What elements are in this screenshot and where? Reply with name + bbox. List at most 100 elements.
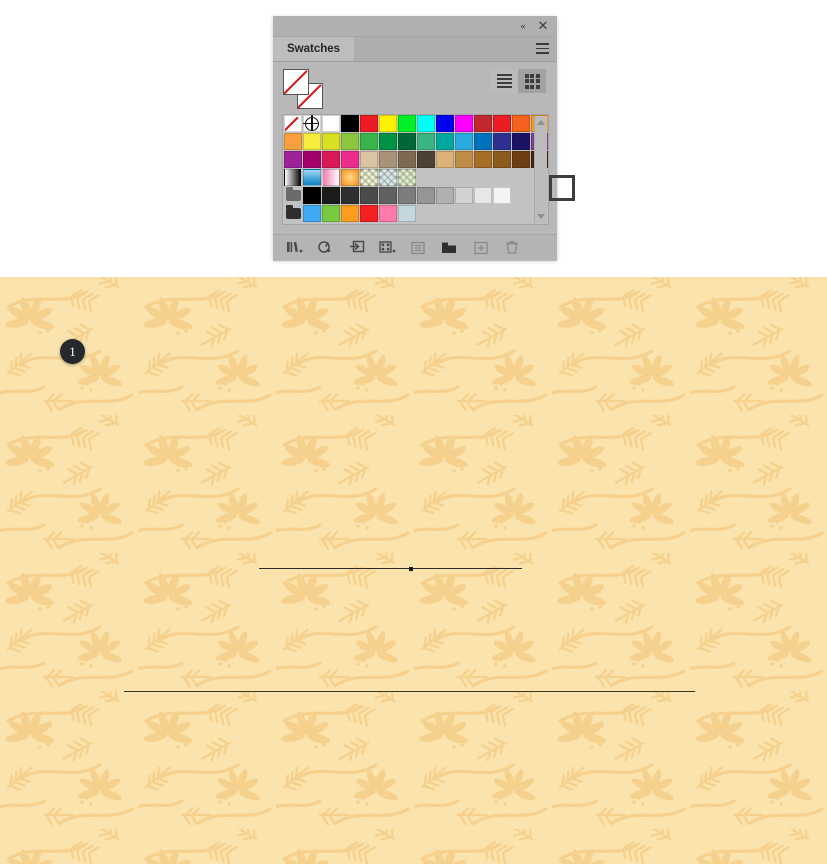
registration-mark-icon (303, 115, 319, 131)
annotation-badge-1: 1 (60, 339, 85, 364)
swatch-2-5[interactable] (379, 151, 397, 168)
hamburger-menu-icon[interactable] (536, 43, 549, 54)
swatch-2-0[interactable] (284, 151, 302, 168)
grid-view-button[interactable] (518, 69, 546, 93)
swatch-4-1[interactable] (303, 187, 321, 204)
swatch-2-8[interactable] (436, 151, 454, 168)
collapse-panel-icon[interactable]: « (515, 18, 531, 34)
color-group-folder-icon (285, 205, 301, 219)
swatch-5-0[interactable] (284, 205, 302, 222)
swatch-4-8[interactable] (436, 187, 454, 204)
swatch-4-10[interactable] (474, 187, 492, 204)
scroll-up-icon[interactable] (537, 120, 545, 125)
swatch-1-11[interactable] (493, 133, 511, 150)
swatch-5-5[interactable] (379, 205, 397, 222)
swatch-2-11[interactable] (493, 151, 511, 168)
swatch-1-10[interactable] (474, 133, 492, 150)
swatches-panel[interactable]: « ✕ Swatches (273, 16, 575, 261)
link-swatch-button[interactable] (341, 237, 372, 259)
path-anchor-point[interactable] (409, 567, 413, 571)
swatch-0-1[interactable] (303, 115, 321, 132)
swatch-5-1[interactable] (303, 205, 321, 222)
document-canvas[interactable] (0, 277, 827, 864)
swatch-1-2[interactable] (322, 133, 340, 150)
delete-swatch-button[interactable] (496, 237, 527, 259)
swatch-1-8[interactable] (436, 133, 454, 150)
swatch-0-5[interactable] (379, 115, 397, 132)
swatch-2-12[interactable] (512, 151, 530, 168)
swatch-3-4[interactable] (360, 169, 378, 186)
swatch-row (283, 151, 548, 169)
swatch-options-button[interactable] (372, 237, 403, 259)
swatch-2-2[interactable] (322, 151, 340, 168)
swatch-1-5[interactable] (379, 133, 397, 150)
swatch-4-0[interactable] (284, 187, 302, 204)
swatch-3-5[interactable] (379, 169, 397, 186)
swatch-2-7[interactable] (417, 151, 435, 168)
swatch-2-3[interactable] (341, 151, 359, 168)
swatch-0-11[interactable] (493, 115, 511, 132)
swatch-4-3[interactable] (341, 187, 359, 204)
swatch-4-5[interactable] (379, 187, 397, 204)
swatch-1-0[interactable] (284, 133, 302, 150)
swatch-5-3[interactable] (341, 205, 359, 222)
swatch-5-6[interactable] (398, 205, 416, 222)
swatch-libraries-button[interactable] (279, 237, 310, 259)
second-path-line[interactable] (124, 691, 695, 692)
swatch-0-0[interactable] (284, 115, 302, 132)
swatch-2-10[interactable] (474, 151, 492, 168)
list-view-button[interactable] (490, 69, 518, 93)
swatch-1-1[interactable] (303, 133, 321, 150)
swatch-1-3[interactable] (341, 133, 359, 150)
swatch-1-4[interactable] (360, 133, 378, 150)
swatch-0-7[interactable] (417, 115, 435, 132)
swatch-1-7[interactable] (417, 133, 435, 150)
selected-path-line[interactable] (259, 568, 522, 569)
swatch-3-2[interactable] (322, 169, 340, 186)
fill-swatch-none[interactable] (283, 69, 309, 95)
new-color-group-icon (411, 241, 425, 254)
swatch-2-1[interactable] (303, 151, 321, 168)
swatch-0-6[interactable] (398, 115, 416, 132)
swatch-4-2[interactable] (322, 187, 340, 204)
swatch-4-6[interactable] (398, 187, 416, 204)
swatch-grid-scrollbar[interactable] (534, 116, 547, 223)
swatch-4-11[interactable] (493, 187, 511, 204)
color-group-folder-icon (285, 187, 301, 201)
close-icon[interactable]: ✕ (535, 18, 551, 34)
swatch-4-9[interactable] (455, 187, 473, 204)
swatch-0-12[interactable] (512, 115, 530, 132)
swatch-0-2[interactable] (322, 115, 340, 132)
swatch-1-9[interactable] (455, 133, 473, 150)
color-group-folder-button[interactable] (434, 237, 465, 259)
swatch-2-9[interactable] (455, 151, 473, 168)
swatch-2-6[interactable] (398, 151, 416, 168)
swatch-1-12[interactable] (512, 133, 530, 150)
swatch-1-6[interactable] (398, 133, 416, 150)
swatch-0-4[interactable] (360, 115, 378, 132)
swatch-0-10[interactable] (474, 115, 492, 132)
new-swatch-button[interactable] (465, 237, 496, 259)
swatch-3-3[interactable] (341, 169, 359, 186)
swatch-0-3[interactable] (341, 115, 359, 132)
swatch-3-0[interactable] (284, 169, 302, 186)
swatch-0-9[interactable] (455, 115, 473, 132)
tab-swatches[interactable]: Swatches (273, 37, 355, 61)
swatch-5-2[interactable] (322, 205, 340, 222)
swatch-row (283, 187, 548, 205)
swatch-grid[interactable] (282, 114, 549, 225)
swatch-row (283, 115, 548, 133)
panel-titlebar: « ✕ (273, 16, 557, 37)
scroll-down-icon[interactable] (537, 214, 545, 219)
new-swatch-plus-icon (473, 241, 488, 254)
swatch-2-4[interactable] (360, 151, 378, 168)
new-color-group-button[interactable] (403, 237, 434, 259)
swatch-3-1[interactable] (303, 169, 321, 186)
swatch-4-7[interactable] (417, 187, 435, 204)
swatch-4-4[interactable] (360, 187, 378, 204)
none-slash-icon (284, 70, 308, 94)
show-swatch-kinds-button[interactable] (310, 237, 341, 259)
swatch-3-6[interactable] (398, 169, 416, 186)
swatch-0-8[interactable] (436, 115, 454, 132)
swatch-5-4[interactable] (360, 205, 378, 222)
